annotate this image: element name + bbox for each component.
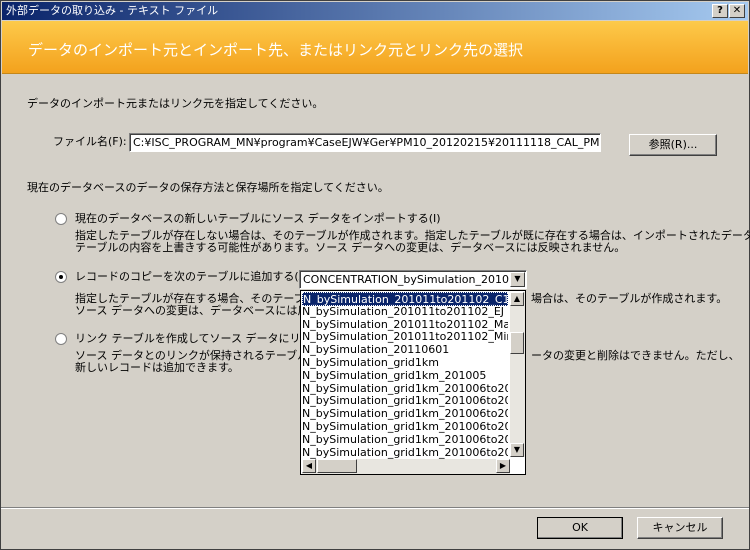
close-button[interactable]: ✕ (729, 4, 745, 18)
radio-selected-dot (59, 275, 63, 279)
window-title: 外部データの取り込み - テキスト ファイル (6, 4, 219, 17)
append-records-desc-1-tail: 場合は、そのテーブルが作成されます。 (531, 292, 728, 305)
scroll-up-icon[interactable]: ▲ (510, 292, 524, 306)
import-new-table-desc-2: テーブルの内容を上書きする可能性があります。ソース データへの変更は、データベー… (75, 241, 626, 254)
file-name-input[interactable]: C:¥ISC_PROGRAM_MN¥program¥CaseEJW¥Ger¥PM… (129, 133, 601, 152)
append-records-radio[interactable] (55, 271, 67, 283)
scroll-left-icon[interactable]: ◀ (302, 459, 316, 473)
append-records-label[interactable]: レコードのコピーを次のテーブルに追加する(A): (75, 270, 314, 284)
import-new-table-radio[interactable] (55, 213, 67, 225)
ok-button[interactable]: OK (537, 517, 623, 539)
import-dialog: 外部データの取り込み - テキスト ファイル ? ✕ データのインポート元とイン… (0, 0, 750, 550)
table-select-value: CONCENTRATION_bySimulation_201011 (303, 273, 523, 286)
cancel-button[interactable]: キャンセル (637, 517, 723, 539)
chevron-down-icon[interactable]: ▼ (510, 272, 525, 287)
header-banner: データのインポート元とインポート先、またはリンク元とリンク先の選択 (2, 21, 748, 74)
footer-separator (1, 507, 749, 509)
browse-button[interactable]: 参照(R)... (629, 134, 717, 156)
link-table-desc-1-tail: ータの変更と削除はできません。ただし、 (531, 349, 740, 362)
horizontal-scroll-thumb[interactable] (317, 459, 357, 473)
table-dropdown-list[interactable]: N_bySimulation_201011to201102_C11 N_bySim… (300, 290, 526, 475)
table-dropdown-item[interactable]: N_bySimulation_grid1km_201006to201008 (302, 446, 508, 460)
horizontal-scrollbar[interactable]: ◀ ▶ (302, 459, 510, 474)
banner-heading: データのインポート元とインポート先、またはリンク元とリンク先の選択 (28, 41, 524, 59)
vertical-scrollbar[interactable]: ▲ ▼ (510, 292, 525, 457)
storage-prompt: 現在のデータベースのデータの保存方法と保存場所を指定してください。 (27, 181, 389, 194)
file-name-label: ファイル名(F): (53, 135, 127, 148)
vertical-scroll-thumb[interactable] (510, 332, 524, 354)
link-table-desc-2: 新しいレコードは追加できます。 (75, 361, 239, 374)
source-prompt: データのインポート元またはリンク元を指定してください。 (27, 97, 324, 110)
scroll-right-icon[interactable]: ▶ (496, 459, 510, 473)
import-new-table-label[interactable]: 現在のデータベースの新しいテーブルにソース データをインポートする(I) (75, 212, 441, 226)
help-button[interactable]: ? (712, 4, 728, 18)
title-bar[interactable]: 外部データの取り込み - テキスト ファイル ? ✕ (2, 2, 748, 20)
append-records-desc-2: ソース データへの変更は、データベースには反映 (75, 304, 320, 317)
table-select[interactable]: CONCENTRATION_bySimulation_201011 (299, 270, 527, 289)
link-table-radio[interactable] (55, 333, 67, 345)
scroll-down-icon[interactable]: ▼ (510, 443, 524, 457)
